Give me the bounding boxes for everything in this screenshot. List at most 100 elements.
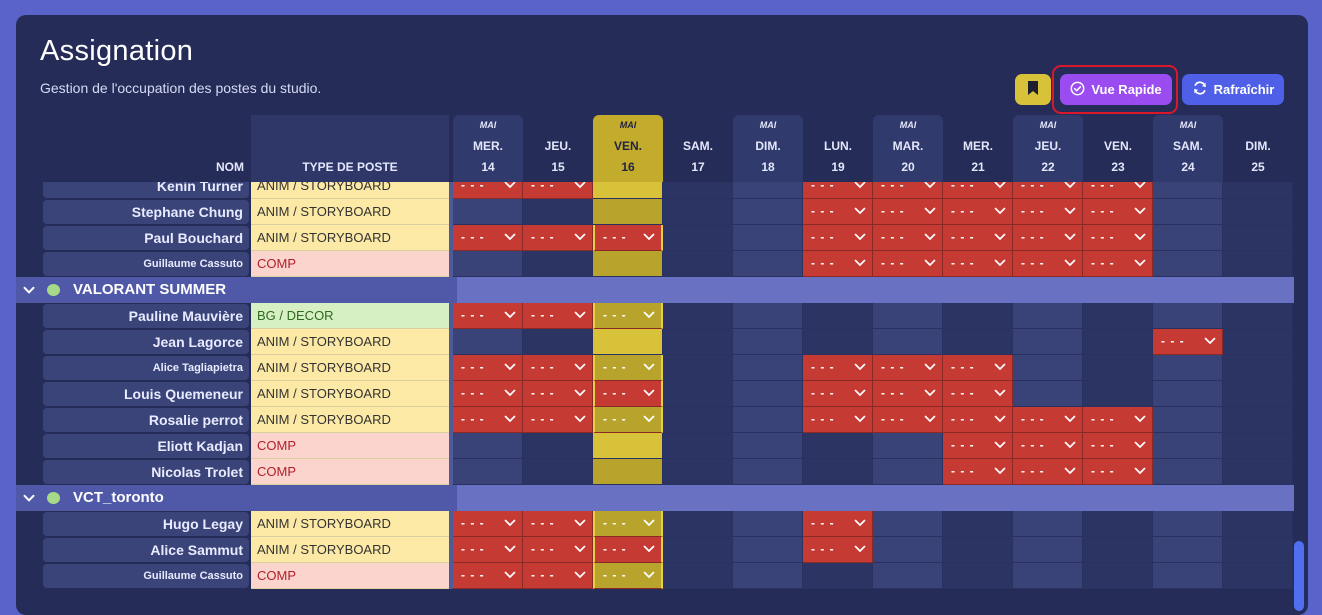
slot-cell[interactable] <box>873 511 943 537</box>
post-type[interactable]: ANIM / STORYBOARD <box>251 537 449 563</box>
day-header-18[interactable]: MAI DIM. 18 <box>733 115 803 182</box>
slot-cell[interactable] <box>593 329 663 355</box>
slot-cell[interactable] <box>1153 225 1223 251</box>
slot-cell[interactable] <box>1223 199 1293 225</box>
slot-dropdown[interactable]: - - - <box>523 511 593 537</box>
slot-cell[interactable] <box>663 537 733 563</box>
slot-cell[interactable] <box>1223 511 1293 537</box>
slot-cell[interactable] <box>1153 355 1223 381</box>
slot-dropdown[interactable]: - - - <box>593 355 663 381</box>
slot-cell[interactable] <box>733 511 803 537</box>
slot-cell[interactable] <box>1153 381 1223 407</box>
person-name[interactable]: Paul Bouchard <box>43 226 249 250</box>
post-type[interactable]: COMP <box>251 251 449 277</box>
refresh-button[interactable]: Rafraîchir <box>1182 74 1284 105</box>
slot-cell[interactable] <box>663 182 733 199</box>
slot-cell[interactable] <box>1153 182 1223 199</box>
slot-cell[interactable] <box>803 563 873 589</box>
slot-cell[interactable] <box>453 329 523 355</box>
slot-cell[interactable] <box>1013 563 1083 589</box>
slot-cell[interactable] <box>453 199 523 225</box>
slot-cell[interactable] <box>593 459 663 485</box>
slot-dropdown[interactable]: - - - <box>873 355 943 381</box>
slot-dropdown[interactable]: - - - <box>593 511 663 537</box>
slot-dropdown[interactable]: - - - <box>943 182 1013 199</box>
slot-dropdown[interactable]: - - - <box>803 511 873 537</box>
slot-cell[interactable] <box>663 459 733 485</box>
slot-cell[interactable] <box>1153 303 1223 329</box>
slot-cell[interactable] <box>1083 537 1153 563</box>
slot-dropdown[interactable]: - - - <box>453 355 523 381</box>
slot-cell[interactable] <box>733 433 803 459</box>
slot-cell[interactable] <box>1223 459 1293 485</box>
slot-dropdown[interactable]: - - - <box>943 459 1013 485</box>
day-header-19[interactable]: LUN. 19 <box>803 115 873 182</box>
slot-cell[interactable] <box>803 303 873 329</box>
slot-dropdown[interactable]: - - - <box>943 225 1013 251</box>
day-header-24[interactable]: MAI SAM. 24 <box>1153 115 1223 182</box>
slot-dropdown[interactable]: - - - <box>453 563 523 589</box>
group-header[interactable]: VCT_toronto <box>16 485 1294 511</box>
slot-cell[interactable] <box>1013 355 1083 381</box>
slot-cell[interactable] <box>943 537 1013 563</box>
slot-dropdown[interactable]: - - - <box>803 225 873 251</box>
slot-dropdown[interactable]: - - - <box>943 199 1013 225</box>
chevron-down-icon[interactable] <box>22 491 36 510</box>
day-header-22[interactable]: MAI JEU. 22 <box>1013 115 1083 182</box>
slot-dropdown[interactable]: - - - <box>1013 459 1083 485</box>
slot-cell[interactable] <box>453 459 523 485</box>
slot-dropdown[interactable]: - - - <box>523 407 593 433</box>
person-name[interactable]: Kenin Turner <box>43 182 249 198</box>
slot-cell[interactable] <box>943 303 1013 329</box>
slot-cell[interactable] <box>1153 407 1223 433</box>
slot-dropdown[interactable]: - - - <box>803 199 873 225</box>
person-name[interactable]: Guillaume Cassuto <box>43 252 249 276</box>
slot-dropdown[interactable]: - - - <box>593 303 663 329</box>
day-header-17[interactable]: SAM. 17 <box>663 115 733 182</box>
slot-dropdown[interactable]: - - - <box>1083 199 1153 225</box>
slot-cell[interactable] <box>1153 433 1223 459</box>
post-type[interactable]: COMP <box>251 563 449 589</box>
slot-cell[interactable] <box>523 459 593 485</box>
day-header-16[interactable]: MAI VEN. 16 <box>593 115 663 182</box>
slot-cell[interactable] <box>873 563 943 589</box>
post-type[interactable]: ANIM / STORYBOARD <box>251 182 449 199</box>
slot-dropdown[interactable]: - - - <box>453 537 523 563</box>
slot-cell[interactable] <box>1083 563 1153 589</box>
slot-dropdown[interactable]: - - - <box>593 537 663 563</box>
slot-cell[interactable] <box>1223 355 1293 381</box>
slot-cell[interactable] <box>663 355 733 381</box>
post-type[interactable]: ANIM / STORYBOARD <box>251 511 449 537</box>
slot-cell[interactable] <box>663 433 733 459</box>
slot-dropdown[interactable]: - - - <box>943 355 1013 381</box>
slot-cell[interactable] <box>663 303 733 329</box>
day-header-23[interactable]: VEN. 23 <box>1083 115 1153 182</box>
slot-dropdown[interactable]: - - - <box>1013 433 1083 459</box>
slot-cell[interactable] <box>733 563 803 589</box>
slot-dropdown[interactable]: - - - <box>803 182 873 199</box>
chevron-down-icon[interactable] <box>22 283 36 302</box>
scrollbar-thumb[interactable] <box>1294 541 1304 611</box>
slot-cell[interactable] <box>453 433 523 459</box>
slot-cell[interactable] <box>1153 511 1223 537</box>
slot-cell[interactable] <box>733 251 803 277</box>
slot-dropdown[interactable]: - - - <box>1083 182 1153 199</box>
slot-dropdown[interactable]: - - - <box>523 225 593 251</box>
slot-dropdown[interactable]: - - - <box>523 355 593 381</box>
slot-dropdown[interactable]: - - - <box>873 381 943 407</box>
slot-dropdown[interactable]: - - - <box>1013 182 1083 199</box>
slot-dropdown[interactable]: - - - <box>593 381 663 407</box>
slot-dropdown[interactable]: - - - <box>453 225 523 251</box>
slot-cell[interactable] <box>1223 225 1293 251</box>
slot-dropdown[interactable]: - - - <box>943 407 1013 433</box>
slot-cell[interactable] <box>1223 537 1293 563</box>
slot-dropdown[interactable]: - - - <box>593 407 663 433</box>
slot-cell[interactable] <box>1013 511 1083 537</box>
slot-cell[interactable] <box>663 563 733 589</box>
slot-cell[interactable] <box>733 407 803 433</box>
person-name[interactable]: Louis Quemeneur <box>43 382 249 406</box>
slot-cell[interactable] <box>1083 329 1153 355</box>
slot-cell[interactable] <box>523 251 593 277</box>
slot-cell[interactable] <box>663 251 733 277</box>
slot-dropdown[interactable]: - - - <box>1083 459 1153 485</box>
